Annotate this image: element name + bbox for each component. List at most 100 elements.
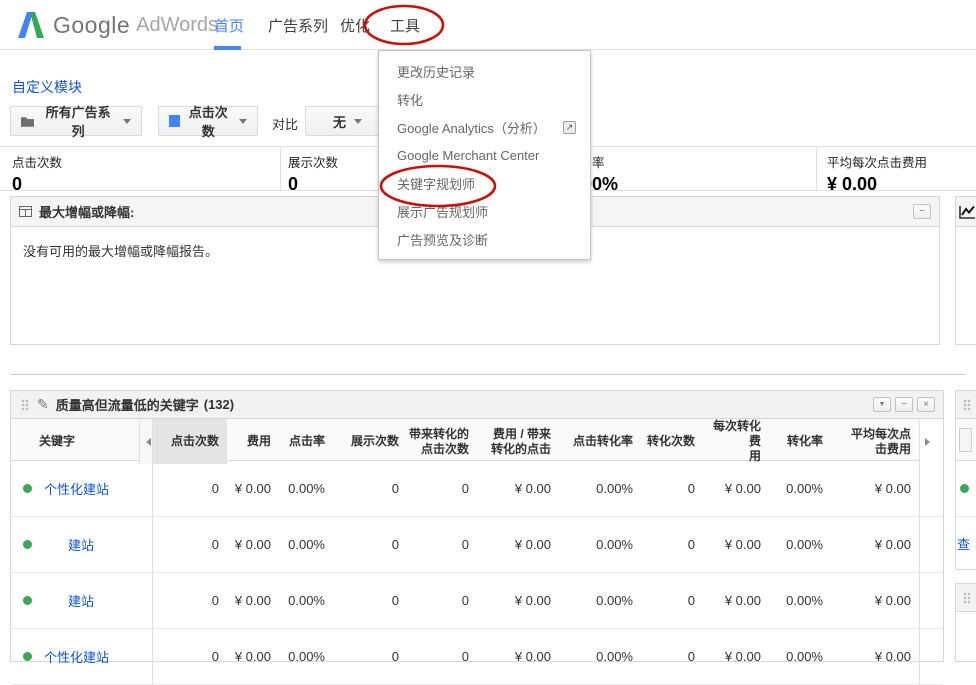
menu-item-conversions[interactable]: 转化 bbox=[379, 85, 590, 113]
logo-product-text: AdWords bbox=[136, 14, 218, 37]
cell-click-conversion-rate: 0.00% bbox=[559, 517, 641, 572]
keywords-count: (132) bbox=[204, 397, 234, 412]
menu-item-merchant-center[interactable]: Google Merchant Center bbox=[379, 141, 590, 169]
cell-ctr: 0.00% bbox=[279, 461, 333, 516]
menu-item-label: 更改历史记录 bbox=[397, 62, 475, 81]
stat-label: 展示次数 bbox=[288, 152, 338, 171]
stat-label: 点击次数 bbox=[12, 152, 62, 171]
cell-cost: ¥ 0.00 bbox=[227, 629, 279, 684]
stats-divider bbox=[280, 147, 281, 190]
all-campaigns-label: 所有广告系列 bbox=[41, 102, 115, 140]
active-tab-underline bbox=[214, 46, 241, 50]
cell-converted-clicks: 0 bbox=[407, 461, 477, 516]
cell-cost: ¥ 0.00 bbox=[227, 573, 279, 628]
stats-divider bbox=[816, 147, 817, 190]
keywords-table-header: 关键字 点击次数 费用 点击率 展示次数 带来转化的 点击次数 费用 / 带来 … bbox=[11, 419, 943, 461]
nav-tab-campaigns[interactable]: 广告系列 bbox=[268, 15, 328, 36]
col-header-converted-clicks[interactable]: 带来转化的 点击次数 bbox=[407, 419, 477, 464]
cell-click-conversion-rate: 0.00% bbox=[559, 629, 641, 684]
panel-dropdown-button[interactable]: ▼ bbox=[873, 397, 891, 412]
close-button[interactable]: × bbox=[917, 397, 935, 412]
cell-clicks: 0 bbox=[153, 629, 227, 684]
menu-item-display-planner[interactable]: 展示广告规划师 bbox=[379, 197, 590, 225]
col-header-cost[interactable]: 费用 bbox=[227, 419, 279, 464]
drag-handle-icon[interactable] bbox=[963, 592, 971, 604]
col-header-impressions[interactable]: 展示次数 bbox=[333, 419, 407, 464]
stat-value: ¥ 0.00 bbox=[827, 174, 927, 195]
menu-item-change-history[interactable]: 更改历史记录 bbox=[379, 57, 590, 85]
col-header-cost-per-converted-click[interactable]: 费用 / 带来 转化的点击 bbox=[477, 419, 559, 464]
nav-tab-home[interactable]: 首页 bbox=[214, 15, 244, 36]
right-panel-link-row[interactable]: 查 bbox=[956, 517, 976, 569]
logo-brand-text: Google bbox=[53, 12, 130, 39]
section-divider bbox=[10, 374, 966, 375]
cell-cost: ¥ 0.00 bbox=[227, 517, 279, 572]
right-panel-header bbox=[956, 197, 976, 227]
chevron-down-icon bbox=[123, 119, 131, 128]
nav-tab-opportunities[interactable]: 优化 bbox=[340, 15, 370, 36]
cell-avg-cpc: ¥ 0.00 bbox=[831, 517, 919, 572]
all-campaigns-button[interactable]: 所有广告系列 bbox=[10, 106, 142, 136]
status-enabled-icon bbox=[23, 484, 32, 493]
keyword-cell: 建站 bbox=[11, 517, 153, 572]
cell-converted-clicks: 0 bbox=[407, 629, 477, 684]
chart-icon bbox=[959, 205, 976, 219]
col-header-clicks[interactable]: 点击次数 bbox=[153, 419, 227, 464]
col-header-keyword[interactable]: 关键字 bbox=[11, 419, 139, 464]
cell-impressions: 0 bbox=[333, 629, 407, 684]
grid-icon bbox=[19, 206, 32, 217]
right-panel-row bbox=[956, 461, 976, 517]
col-header-ctr[interactable]: 点击率 bbox=[279, 419, 333, 464]
status-enabled-icon bbox=[23, 540, 32, 549]
customize-modules-link[interactable]: 自定义模块 bbox=[12, 77, 82, 97]
triangle-right-icon bbox=[925, 438, 934, 446]
row-end-strip bbox=[919, 629, 943, 684]
cell-cost-per-converted-click: ¥ 0.00 bbox=[477, 573, 559, 628]
keyword-cell: 建站 bbox=[11, 573, 153, 628]
cell-avg-cpc: ¥ 0.00 bbox=[831, 573, 919, 628]
drag-handle-icon[interactable] bbox=[963, 399, 971, 411]
cell-impressions: 0 bbox=[333, 517, 407, 572]
col-header-cost-per-conversion[interactable]: 每次转化费 用 bbox=[703, 419, 769, 464]
col-header-conversions[interactable]: 转化次数 bbox=[641, 419, 703, 464]
cell-impressions: 0 bbox=[333, 461, 407, 516]
col-header-conversion-rate[interactable]: 转化率 bbox=[769, 419, 831, 464]
external-link-icon: ↗ bbox=[563, 121, 576, 134]
row-end-strip bbox=[919, 461, 943, 516]
collapse-columns-control[interactable] bbox=[139, 419, 153, 464]
cell-ctr: 0.00% bbox=[279, 517, 333, 572]
pencil-icon[interactable]: ✎ bbox=[37, 396, 49, 413]
metric-select-button[interactable]: 点击次数 bbox=[158, 106, 258, 136]
stat-value: 0 bbox=[288, 174, 338, 195]
expand-columns-control[interactable] bbox=[919, 419, 943, 464]
cell-converted-clicks: 0 bbox=[407, 517, 477, 572]
cell-click-conversion-rate: 0.00% bbox=[559, 573, 641, 628]
minimize-button[interactable]: − bbox=[895, 397, 913, 412]
col-header-click-conversion-rate[interactable]: 点击转化率 bbox=[559, 419, 641, 464]
table-row: 建站 0 ¥ 0.00 0.00% 0 0 ¥ 0.00 0.00% 0 ¥ 0… bbox=[11, 573, 943, 629]
keyword-link[interactable]: 个性化建站 bbox=[44, 647, 109, 666]
menu-item-ad-preview[interactable]: 广告预览及诊断 bbox=[379, 225, 590, 253]
drag-handle-icon[interactable] bbox=[21, 399, 29, 411]
menu-item-keyword-planner[interactable]: 关键字规划师 bbox=[379, 169, 590, 197]
right-cutoff-panel-middle: 查 bbox=[955, 390, 976, 570]
status-enabled-icon bbox=[23, 652, 32, 661]
menu-item-google-analytics[interactable]: Google Analytics（分析） ↗ bbox=[379, 113, 590, 141]
cell-cost-per-converted-click: ¥ 0.00 bbox=[477, 461, 559, 516]
status-enabled-icon bbox=[23, 596, 32, 605]
keyword-link[interactable]: 建站 bbox=[44, 535, 94, 554]
right-cutoff-panel-bottom bbox=[955, 583, 976, 662]
minimize-button[interactable]: − bbox=[913, 204, 931, 219]
stat-avg-cpc: 平均每次点击费用 ¥ 0.00 bbox=[827, 152, 927, 195]
col-header-avg-cpc[interactable]: 平均每次点 击费用 bbox=[831, 419, 919, 464]
menu-item-label: Google Analytics（分析） bbox=[397, 118, 546, 137]
menu-item-label: Google Merchant Center bbox=[397, 148, 539, 163]
expander-box[interactable] bbox=[959, 428, 972, 452]
cell-conversion-rate: 0.00% bbox=[769, 573, 831, 628]
cell-cost-per-conversion: ¥ 0.00 bbox=[703, 517, 769, 572]
chevron-down-icon bbox=[354, 119, 362, 128]
nav-tab-tools[interactable]: 工具 bbox=[390, 15, 420, 36]
row-end-strip bbox=[919, 517, 943, 572]
keyword-link[interactable]: 建站 bbox=[44, 591, 94, 610]
keyword-link[interactable]: 个性化建站 bbox=[44, 479, 109, 498]
